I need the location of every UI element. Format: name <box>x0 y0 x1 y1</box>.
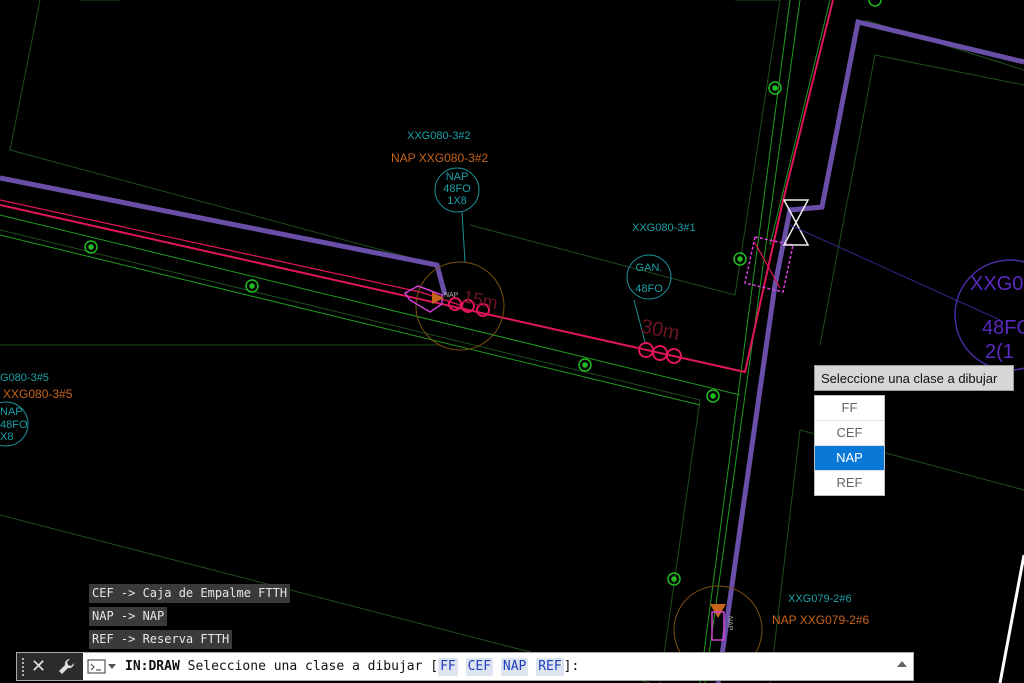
keyword-nap[interactable]: NAP <box>500 658 529 676</box>
cad-drawing-canvas[interactable]: XXG080-3#2 NAP XXG080-3#2 NAP 48FO 1X8 N… <box>0 0 1024 683</box>
select-class-tooltip: Seleccione una clase a dibujar <box>814 365 1014 391</box>
command-prompt-text: IN:DRAW Seleccione una clase a dibujar [… <box>125 653 579 680</box>
green-route-lines <box>0 0 831 683</box>
left-symbol-line3: X8 <box>0 431 13 443</box>
command-line[interactable]: ✕ IN:DRAW Seleccione una clase a dibujar… <box>16 652 914 681</box>
history-line-cef: CEF -> Caja de Empalme FTTH <box>89 584 291 603</box>
option-cef[interactable]: CEF <box>815 420 884 445</box>
wrench-icon[interactable] <box>57 657 77 677</box>
purple-cable-vertical <box>715 18 1024 683</box>
class-options-menu[interactable]: FF CEF NAP REF <box>814 395 885 496</box>
command-mode: IN:DRAW <box>125 659 180 674</box>
history-line-ref: REF -> Reserva FTTH <box>89 630 233 649</box>
span-30m-label: 30m <box>639 315 682 345</box>
bottom-title-label: NAP XXG079-2#6 <box>772 613 869 627</box>
option-nap[interactable]: NAP <box>815 445 884 470</box>
nap2-small-label: NAP <box>444 292 459 299</box>
bottom-id-label: XXG079-2#6 <box>788 593 852 605</box>
left-symbol-line1: NAP <box>0 406 23 418</box>
nap2-symbol-line2: 48FO <box>443 183 471 195</box>
keyword-ref[interactable]: REF <box>536 658 564 676</box>
xxg1-id-label: XXG080-3#1 <box>632 222 696 234</box>
history-up-arrow-icon[interactable] <box>897 661 907 667</box>
gan-symbol-line1: GAN. <box>636 262 663 274</box>
command-suffix: ]: <box>563 659 580 674</box>
close-icon[interactable]: ✕ <box>31 655 46 677</box>
nap2-symbol-line3: 1X8 <box>447 195 467 207</box>
history-line-nap: NAP -> NAP <box>89 607 168 626</box>
left-symbol-line2: 48FO <box>0 419 28 431</box>
nap2-title-label: NAP XXG080-3#2 <box>391 151 488 165</box>
right-big-line1: XXG0 <box>970 273 1023 295</box>
command-prompt: Seleccione una clase a dibujar [ <box>187 659 439 674</box>
purple-cable <box>0 175 448 296</box>
keyword-cef[interactable]: CEF <box>465 658 494 676</box>
splice-box-symbol[interactable] <box>744 199 1001 321</box>
gan-symbol-line2: 48FO <box>635 283 663 295</box>
right-big-line2: 48FO <box>982 317 1024 339</box>
command-prompt-icon[interactable] <box>87 659 117 675</box>
left-id-label: G080-3#5 <box>0 372 49 384</box>
drag-grip-handle[interactable] <box>21 657 25 677</box>
option-ref[interactable]: REF <box>815 470 884 495</box>
nap2-id-label: XXG080-3#2 <box>407 130 471 142</box>
block-outlines <box>0 0 1024 683</box>
right-big-line3: 2(1 <box>985 341 1014 363</box>
command-line-controls: ✕ <box>17 653 83 680</box>
keyword-ff[interactable]: FF <box>438 658 458 676</box>
left-title-label: XXG080-3#5 <box>3 387 73 401</box>
bottom-small-label: NAP <box>726 616 733 631</box>
nap2-symbol-line1: NAP <box>446 171 469 183</box>
option-ff[interactable]: FF <box>815 396 884 420</box>
white-boundary-line <box>998 554 1024 683</box>
